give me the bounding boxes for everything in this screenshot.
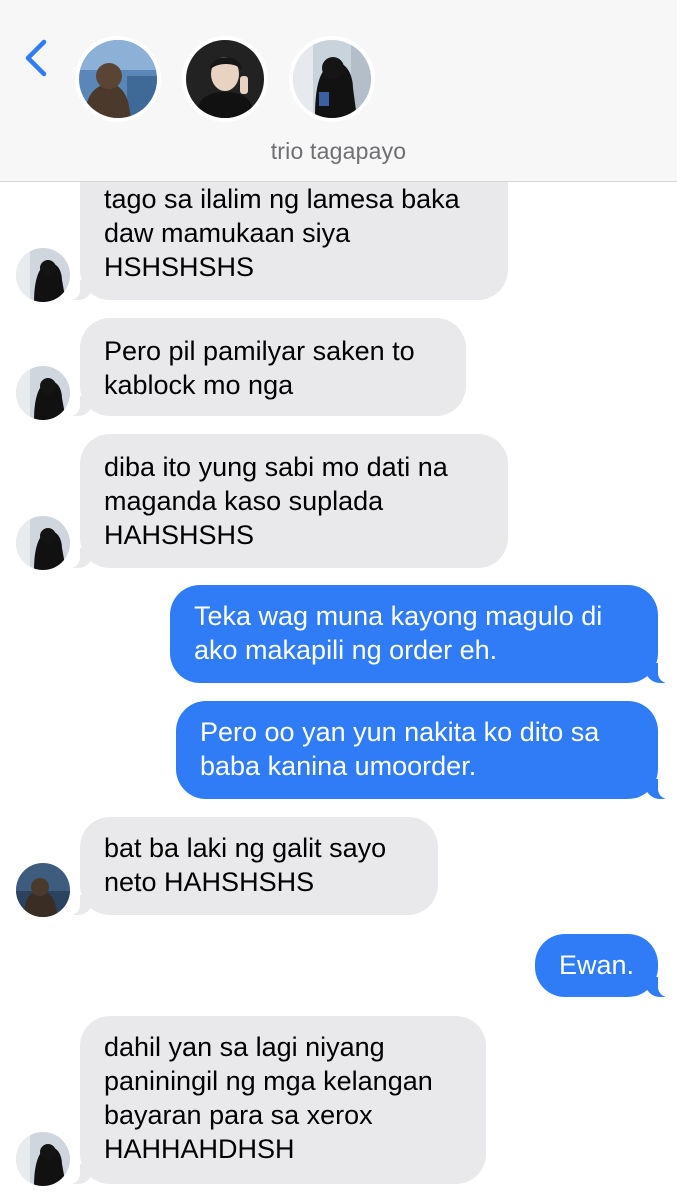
incoming-bubble[interactable]: diba ito yung sabi mo dati na maganda ka…	[70, 434, 508, 568]
participant-avatar[interactable]	[182, 36, 268, 122]
messages-screen: tago sa ilalim ng lamesa baka daw mamuka…	[0, 0, 677, 1200]
incoming-bubble[interactable]: bat ba laki ng galit sayo neto HAHSHSHS	[70, 817, 438, 915]
message-text: diba ito yung sabi mo dati na maganda ka…	[104, 452, 448, 550]
message-text: dahil yan sa lagi niyang paniningil ng m…	[104, 1032, 433, 1164]
conversation-header: trio tagapayo	[0, 0, 677, 182]
outgoing-bubble[interactable]: Teka wag muna kayong magulo di ako makap…	[170, 585, 668, 683]
sender-avatar[interactable]	[16, 366, 70, 420]
participant-avatar[interactable]	[289, 36, 375, 122]
message-text: Pero pil pamilyar saken to kablock mo ng…	[104, 336, 415, 400]
message-text: bat ba laki ng galit sayo neto HAHSHSHS	[104, 833, 387, 897]
sender-avatar[interactable]	[16, 1132, 70, 1186]
sender-avatar[interactable]	[16, 516, 70, 570]
chevron-left-icon	[25, 39, 47, 77]
message-text: Teka wag muna kayong magulo di ako makap…	[194, 601, 603, 665]
participant-avatar[interactable]	[75, 36, 161, 122]
message-text: Pero oo yan yun nakita ko dito sa baba k…	[200, 717, 600, 781]
sender-avatar[interactable]	[16, 248, 70, 302]
incoming-bubble[interactable]: dahil yan sa lagi niyang paniningil ng m…	[70, 1016, 486, 1184]
group-name[interactable]: trio tagapayo	[0, 138, 677, 165]
incoming-bubble[interactable]: Pero pil pamilyar saken to kablock mo ng…	[70, 318, 466, 416]
back-button[interactable]	[20, 36, 56, 80]
outgoing-bubble[interactable]: Pero oo yan yun nakita ko dito sa baba k…	[176, 701, 668, 799]
message-text: tago sa ilalim ng lamesa baka daw mamuka…	[104, 184, 460, 282]
sender-avatar[interactable]	[16, 863, 70, 917]
message-text: Ewan.	[559, 950, 635, 980]
outgoing-bubble[interactable]: Ewan.	[535, 934, 668, 997]
